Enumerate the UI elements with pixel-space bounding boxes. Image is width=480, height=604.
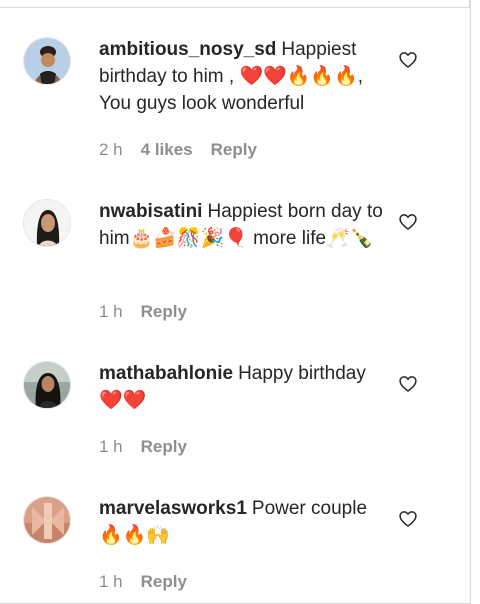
reply-button[interactable]: Reply — [141, 302, 187, 322]
right-divider — [470, 0, 471, 604]
comment-body: marvelasworks1 Power couple 🔥🔥🙌 — [99, 495, 389, 549]
heart-outline-icon[interactable] — [398, 509, 418, 529]
reply-button[interactable]: Reply — [141, 437, 187, 457]
comment-meta: 2 h 4 likes Reply — [99, 140, 257, 160]
avatar[interactable] — [23, 361, 71, 409]
comment-body: mathabahlonie Happy birthday ❤️❤️ — [99, 360, 389, 414]
comment-username[interactable]: ambitious_nosy_sd — [99, 39, 276, 60]
top-divider — [0, 0, 470, 8]
comment-username[interactable]: mathabahlonie — [99, 363, 233, 384]
comment-body: nwabisatini Happiest born day to him🎂🍰🎊🎉🎈… — [99, 198, 389, 252]
comment-meta: 1 h Reply — [99, 437, 187, 457]
comment-body: ambitious_nosy_sd Happiest birthday to hi… — [99, 36, 389, 117]
reply-button[interactable]: Reply — [141, 572, 187, 592]
comment-username[interactable]: marvelasworks1 — [99, 498, 247, 519]
comment-time: 1 h — [99, 302, 123, 321]
heart-outline-icon[interactable] — [398, 374, 418, 394]
comment-meta: 1 h Reply — [99, 302, 187, 322]
comment-time: 1 h — [99, 437, 123, 456]
likes-count[interactable]: 4 likes — [141, 140, 193, 160]
avatar[interactable] — [23, 37, 71, 85]
comment-time: 1 h — [99, 572, 123, 591]
comment-meta: 1 h Reply — [99, 572, 187, 592]
comment-username[interactable]: nwabisatini — [99, 201, 202, 222]
heart-outline-icon[interactable] — [398, 50, 418, 70]
avatar[interactable] — [23, 496, 71, 544]
comment-time: 2 h — [99, 140, 123, 159]
reply-button[interactable]: Reply — [211, 140, 257, 160]
heart-outline-icon[interactable] — [398, 212, 418, 232]
avatar[interactable] — [23, 199, 71, 247]
